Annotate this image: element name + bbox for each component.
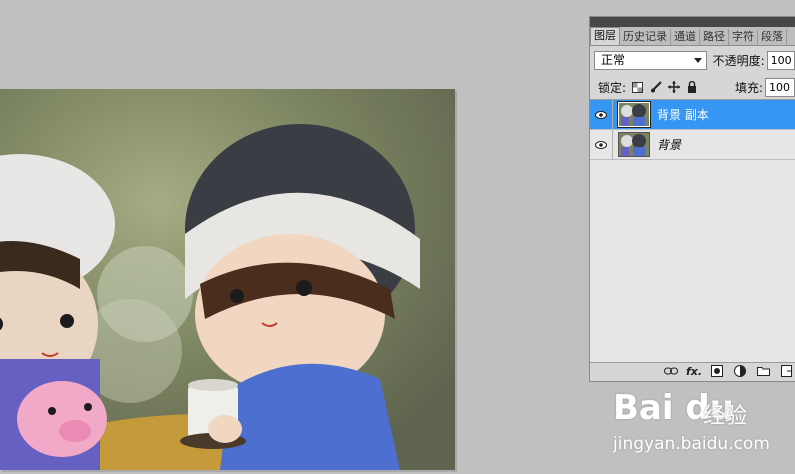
blend-mode-select[interactable]: 正常	[594, 50, 707, 70]
lock-all-icon[interactable]	[685, 81, 698, 94]
layer-name[interactable]: 背景	[657, 136, 681, 153]
lock-move-icon[interactable]	[667, 81, 680, 94]
folder-icon[interactable]	[756, 364, 770, 378]
layer-thumbnail	[617, 101, 651, 128]
baidu-watermark: Bai du 经验 jingyan.baidu.com	[605, 388, 795, 474]
tab-paths[interactable]: 路径	[700, 29, 729, 45]
layer-row-background-copy[interactable]: 背景 副本	[590, 100, 795, 130]
blend-mode-value: 正常	[601, 52, 626, 67]
watermark-url: jingyan.baidu.com	[613, 434, 770, 454]
layers-bottom-toolbar: fx.	[590, 361, 795, 381]
canvas-image	[0, 89, 455, 470]
opacity-label: 不透明度:	[712, 53, 765, 68]
opacity-input[interactable]: 100	[766, 50, 795, 70]
adjustment-icon[interactable]	[733, 364, 747, 378]
watermark-jingyan: 经验	[703, 404, 748, 429]
fx-icon[interactable]: fx.	[686, 364, 702, 378]
panel-title-bar[interactable]	[590, 17, 795, 27]
lock-brush-icon[interactable]	[649, 81, 662, 94]
tab-layers[interactable]: 图层	[590, 27, 620, 45]
document-canvas[interactable]	[0, 89, 455, 470]
visibility-eye-icon[interactable]	[590, 130, 613, 159]
fill-label: 填充:	[734, 80, 763, 95]
layer-row-background[interactable]: 背景	[590, 130, 795, 160]
tab-character[interactable]: 字符	[729, 29, 758, 45]
layers-list: 背景 副本 背景	[590, 99, 795, 363]
mask-icon[interactable]	[710, 364, 724, 378]
tab-history[interactable]: 历史记录	[620, 29, 671, 45]
visibility-eye-icon[interactable]	[590, 100, 613, 129]
fill-input[interactable]: 100	[765, 77, 795, 97]
layer-thumbnail	[618, 132, 650, 157]
dropdown-arrow-icon	[693, 57, 702, 63]
tab-paragraph[interactable]: 段落	[758, 29, 787, 45]
layer-name[interactable]: 背景 副本	[657, 106, 709, 123]
layers-panel: 图层 历史记录 通道 路径 字符 段落 正常 不透明度: 100 锁定: 填充:…	[589, 16, 795, 382]
lock-label: 锁定:	[598, 80, 627, 95]
new-layer-icon[interactable]	[779, 364, 793, 378]
tab-channels[interactable]: 通道	[671, 29, 700, 45]
lock-transparent-icon[interactable]	[631, 81, 644, 94]
link-icon[interactable]	[664, 364, 678, 378]
panel-tabs: 图层 历史记录 通道 路径 字符 段落	[590, 27, 795, 46]
